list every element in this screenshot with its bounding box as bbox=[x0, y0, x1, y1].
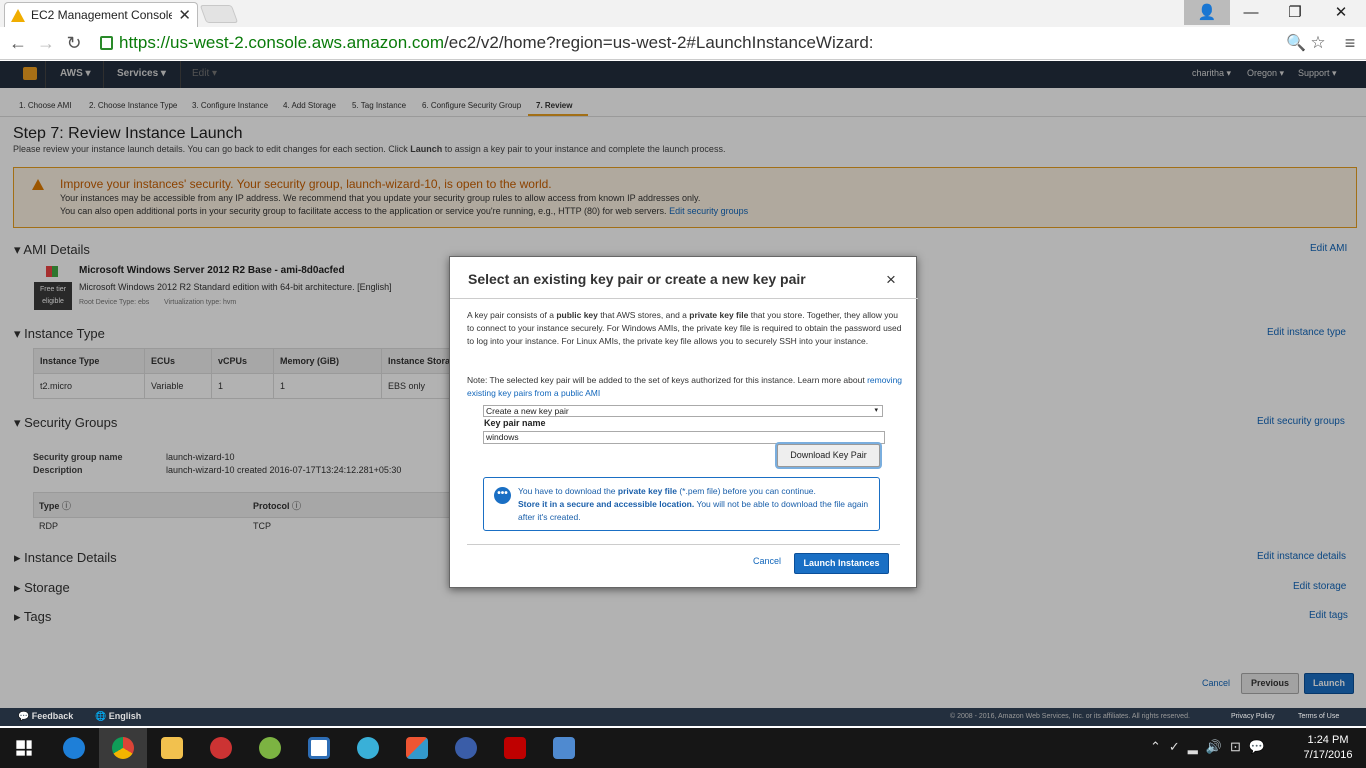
select-value: Create a new key pair bbox=[486, 406, 569, 416]
app-icon[interactable] bbox=[540, 728, 588, 768]
globe-icon: 🌐 bbox=[95, 711, 107, 721]
modal-note: Note: The selected key pair will be adde… bbox=[467, 374, 903, 400]
intro-bold-public-key: public key bbox=[556, 310, 598, 320]
menu-icon[interactable]: ≡ bbox=[1338, 33, 1362, 54]
restore-button[interactable]: ❐ bbox=[1272, 0, 1318, 25]
info-bold-private-key: private key file bbox=[617, 486, 677, 496]
divider bbox=[467, 544, 900, 545]
modal-close-icon[interactable]: × bbox=[886, 270, 896, 290]
app-icon[interactable] bbox=[295, 728, 343, 768]
bookmark-star-icon[interactable]: ☆ bbox=[1306, 33, 1330, 53]
modal-intro: A key pair consists of a public key that… bbox=[467, 309, 903, 348]
info-text-a: You have to download the bbox=[518, 486, 616, 496]
filezilla-icon[interactable] bbox=[491, 728, 539, 768]
app-icon[interactable] bbox=[197, 728, 245, 768]
clock-time: 1:24 PM bbox=[1307, 734, 1349, 746]
zoom-icon[interactable]: 🔍 bbox=[1284, 33, 1308, 53]
app-icon[interactable] bbox=[393, 728, 441, 768]
info-chat-icon: ••• bbox=[494, 487, 511, 504]
system-tray-icons[interactable]: ⌃✓▂🔊⊡💬 bbox=[1150, 739, 1273, 755]
close-window-button[interactable]: ✕ bbox=[1318, 0, 1364, 25]
tab-title: EC2 Management Console bbox=[31, 8, 173, 22]
privacy-policy-link[interactable]: Privacy Policy bbox=[1231, 713, 1275, 720]
taskbar-clock[interactable]: 1:24 PM 7/17/2016 bbox=[1296, 733, 1360, 763]
info-bold-store: Store it in a secure and accessible loca… bbox=[518, 499, 695, 509]
profile-icon[interactable]: 👤 bbox=[1184, 0, 1230, 25]
minimize-button[interactable]: — bbox=[1228, 0, 1274, 25]
feedback-label: Feedback bbox=[31, 711, 74, 721]
language-link[interactable]: 🌐 English bbox=[95, 711, 141, 722]
reload-icon[interactable]: ↻ bbox=[62, 33, 86, 54]
launch-instances-button[interactable]: Launch Instances bbox=[794, 553, 889, 574]
url-path: /ec2/v2/home?region=us-west-2#LaunchInst… bbox=[444, 33, 874, 52]
clock-date: 7/17/2016 bbox=[1303, 749, 1353, 761]
url-host: https://us-west-2.console.aws.amazon.com bbox=[119, 33, 445, 52]
app-icon[interactable] bbox=[442, 728, 490, 768]
feedback-link[interactable]: 💬 Feedback bbox=[18, 711, 73, 722]
modal-cancel-link[interactable]: Cancel bbox=[753, 556, 781, 566]
address-bar[interactable]: https://us-west-2.console.aws.amazon.com… bbox=[96, 30, 1336, 56]
feedback-icon: 💬 bbox=[18, 711, 30, 721]
download-key-pair-button[interactable]: Download Key Pair bbox=[777, 444, 880, 467]
aws-footer: 💬 Feedback 🌐 English © 2008 - 2016, Amaz… bbox=[0, 708, 1366, 726]
download-info-box: ••• You have to download the private key… bbox=[483, 477, 880, 531]
start-icon[interactable] bbox=[0, 728, 48, 768]
key-pair-name-input[interactable]: windows bbox=[483, 431, 885, 444]
copyright-text: © 2008 - 2016, Amazon Web Services, Inc.… bbox=[950, 713, 1190, 720]
forward-icon[interactable]: → bbox=[34, 33, 58, 54]
terms-of-use-link[interactable]: Terms of Use bbox=[1298, 713, 1339, 720]
intro-bold-private-key: private key file bbox=[689, 310, 749, 320]
android-studio-icon[interactable] bbox=[246, 728, 294, 768]
language-label: English bbox=[108, 711, 142, 721]
chrome-icon[interactable] bbox=[99, 728, 147, 768]
key-pair-modal: Select an existing key pair or create a … bbox=[449, 256, 918, 588]
edge-icon[interactable] bbox=[50, 728, 98, 768]
note-text: Note: The selected key pair will be adde… bbox=[467, 375, 865, 385]
intro-text: A key pair consists of a bbox=[467, 310, 554, 320]
browser-tabbar: EC2 Management Console ✕ 👤 — ❐ ✕ bbox=[0, 0, 1366, 27]
info-text: You have to download the private key fil… bbox=[518, 485, 876, 524]
browser-tab[interactable]: EC2 Management Console ✕ bbox=[4, 2, 198, 27]
new-tab-button[interactable] bbox=[199, 5, 239, 23]
file-explorer-icon[interactable] bbox=[148, 728, 196, 768]
divider bbox=[450, 298, 918, 299]
lock-icon bbox=[100, 36, 113, 50]
aws-favicon-icon bbox=[11, 8, 25, 22]
key-pair-name-label: Key pair name bbox=[484, 418, 546, 428]
browser-navbar: ← → ↻ https://us-west-2.console.aws.amaz… bbox=[0, 27, 1366, 60]
windows-taskbar: ⌃✓▂🔊⊡💬 1:24 PM 7/17/2016 bbox=[0, 728, 1366, 768]
info-text-c: (*.pem file) before you can continue. bbox=[679, 486, 816, 496]
tab-close-icon[interactable]: ✕ bbox=[178, 6, 191, 24]
select-caret-icon: ▾ bbox=[874, 407, 878, 414]
back-icon[interactable]: ← bbox=[6, 33, 30, 54]
intro-text-2: that AWS stores, and a bbox=[600, 310, 687, 320]
key-pair-select[interactable]: Create a new key pair ▾ bbox=[483, 405, 883, 417]
modal-title: Select an existing key pair or create a … bbox=[468, 271, 806, 287]
app-icon[interactable] bbox=[344, 728, 392, 768]
